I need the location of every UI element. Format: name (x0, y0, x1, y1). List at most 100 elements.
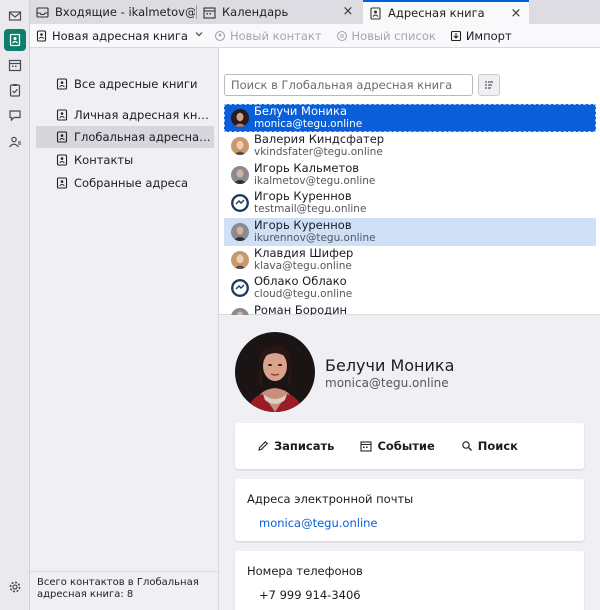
contact-detail-pane: Белучи Моника monica@tegu.online Записат… (219, 315, 600, 610)
new-contact-icon (214, 30, 226, 41)
settings-space-button[interactable] (4, 576, 26, 598)
avatar (231, 137, 249, 156)
contact-row[interactable]: Клавдия Шифер klava@tegu.online (224, 246, 596, 274)
event-button[interactable]: Событие (360, 439, 435, 453)
contact-row[interactable]: Игорь Куреннов ikurennov@tegu.online (224, 217, 596, 246)
contact-row[interactable]: Валерия Киндсфатер vkindsfater@tegu.onlin… (224, 132, 596, 160)
new-list-label: Новый список (351, 28, 436, 43)
new-contact-label: Новый контакт (229, 28, 322, 43)
contacts-count-status: Всего контактов в Глобальная адресная кн… (30, 571, 219, 610)
contact-name: Игорь Куреннов (254, 217, 352, 232)
book-item-global[interactable]: Глобальная адресная ... (36, 126, 214, 148)
tasks-space-button[interactable] (4, 79, 26, 101)
contact-row[interactable]: Облако Облако cloud@tegu.online (224, 274, 596, 302)
tab-address-book[interactable]: Адресная книга × (363, 0, 529, 24)
chevron-down-icon[interactable] (194, 29, 204, 42)
email-address-link[interactable]: monica@tegu.online (259, 516, 378, 530)
contact-email: vkindsfater@tegu.online (254, 146, 383, 159)
contact-email: ikalmetov@tegu.online (254, 174, 376, 187)
phone-numbers-section: Номера телефонов +7 999 914-3406 (235, 551, 584, 610)
new-list-button[interactable]: Новый список (336, 29, 436, 43)
phone-numbers-title: Номера телефонов (247, 564, 363, 578)
avatar (231, 109, 249, 127)
new-contact-button[interactable]: Новый контакт (214, 29, 322, 43)
avatar (231, 279, 249, 298)
account-space-button[interactable] (4, 131, 26, 153)
contact-email: klava@tegu.online (254, 260, 352, 272)
chat-icon (9, 110, 21, 122)
book-item-collected[interactable]: Собранные адреса (36, 172, 214, 194)
new-address-book-label: Новая адресная книга (52, 28, 188, 43)
contact-actions-bar: Записать Событие Поиск (235, 423, 584, 469)
address-book-icon (56, 131, 68, 143)
book-item-label: Глобальная адресная ... (74, 130, 214, 144)
contact-email: monica@tegu.online (254, 118, 363, 130)
contact-row[interactable]: Игорь Кальметов ikalmetov@tegu.online (224, 161, 596, 189)
book-item-label: Собранные адреса (74, 176, 189, 190)
write-button[interactable]: Записать (257, 439, 334, 453)
contact-name: Белучи Моника (254, 104, 347, 118)
book-item-personal[interactable]: Личная адресная книга (36, 104, 214, 126)
contact-list: Белучи Моника monica@tegu.online Валерия К… (224, 104, 596, 315)
tasks-icon (9, 84, 21, 97)
tab-label: Календарь (222, 5, 289, 19)
search-icon (461, 441, 472, 451)
contact-name: Игорь Куреннов (254, 189, 352, 204)
calendar-icon (8, 59, 22, 72)
tab-calendar[interactable]: Календарь × (197, 0, 361, 24)
book-item-all[interactable]: Все адресные книги (36, 73, 214, 95)
pencil-icon (258, 441, 268, 451)
mail-icon (8, 11, 22, 21)
contact-email: ikurennov@tegu.online (254, 231, 376, 244)
contact-email: cloud@tegu.online (254, 288, 353, 301)
address-book-icon (370, 6, 381, 20)
contact-email: testmail@tegu.online (254, 203, 367, 216)
search-input[interactable]: Поиск в Глобальная адресная книга (224, 74, 473, 96)
list-sort-icon (485, 81, 493, 89)
contact-photo (235, 332, 315, 412)
contact-row[interactable]: Роман Бородин (224, 303, 596, 315)
address-book-toolbar: Новая адресная книга Новый контакт Новый… (30, 24, 600, 48)
import-button[interactable]: Импорт (450, 29, 512, 43)
contact-primary-email: monica@tegu.online (325, 376, 449, 390)
write-label: Записать (274, 439, 335, 453)
phone-number-value[interactable]: +7 999 914-3406 (259, 588, 361, 602)
address-book-icon (9, 33, 21, 47)
book-item-contacts[interactable]: Контакты (36, 149, 214, 171)
contact-name: Роман Бородин (254, 302, 348, 315)
event-label: Событие (377, 439, 435, 453)
import-label: Импорт (465, 28, 512, 43)
close-icon[interactable]: × (341, 5, 355, 19)
tab-inbox[interactable]: Входящие - ikalmetov@mb (30, 0, 195, 24)
search-label: Поиск (477, 439, 518, 453)
calendar-space-button[interactable] (4, 54, 26, 76)
tab-label: Адресная книга (388, 6, 485, 20)
contact-row[interactable]: Игорь Куреннов testmail@tegu.online (224, 189, 596, 217)
sort-options-button[interactable] (478, 74, 500, 96)
address-book-list: Все адресные книги Личная адресная книга… (30, 48, 219, 610)
avatar (231, 222, 249, 241)
avatar (231, 194, 249, 213)
address-book-space-button[interactable] (4, 29, 26, 51)
address-book-icon (56, 177, 68, 189)
email-addresses-title: Адреса электронной почты (247, 492, 414, 506)
book-item-label: Контакты (74, 153, 134, 167)
account-icon (9, 136, 21, 148)
chat-space-button[interactable] (4, 104, 26, 126)
email-addresses-section: Адреса электронной почты monica@tegu.onl… (235, 479, 584, 541)
new-address-book-button[interactable]: Новая адресная книга (36, 29, 188, 43)
book-item-label: Все адресные книги (74, 77, 198, 91)
contact-row[interactable]: Белучи Моника monica@tegu.online (224, 104, 596, 132)
close-icon[interactable]: × (509, 7, 523, 21)
avatar (231, 165, 249, 184)
address-book-icon (36, 29, 47, 42)
search-button[interactable]: Поиск (461, 439, 518, 453)
mail-space-button[interactable] (4, 5, 26, 27)
book-item-label: Личная адресная книга (74, 108, 214, 122)
search-placeholder: Поиск в Глобальная адресная книга (231, 78, 453, 92)
avatar (231, 251, 249, 269)
tab-label: Входящие - ikalmetov@mb (55, 5, 195, 19)
contact-name: Облако Облако (254, 274, 347, 289)
spaces-toolbar (0, 0, 30, 610)
contact-name: Клавдия Шифер (254, 246, 354, 260)
